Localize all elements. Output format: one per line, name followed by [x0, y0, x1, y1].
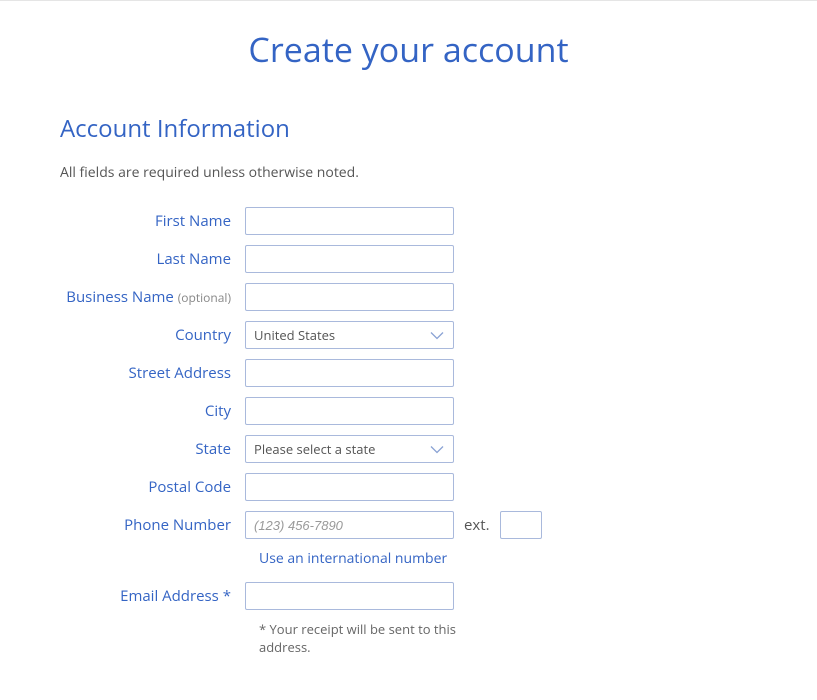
label-email-star: * [223, 586, 231, 606]
phone-number-input[interactable] [245, 511, 454, 539]
row-postal-code: Postal Code [60, 473, 757, 501]
label-postal-code: Postal Code [60, 477, 245, 497]
postal-code-input[interactable] [245, 473, 454, 501]
label-state: State [60, 439, 245, 459]
first-name-input[interactable] [245, 207, 454, 235]
account-form-container: Create your account Account Information … [0, 1, 817, 700]
label-last-name: Last Name [60, 249, 245, 269]
state-select[interactable]: Please select a state [245, 435, 454, 463]
country-select[interactable]: United States [245, 321, 454, 349]
row-city: City [60, 397, 757, 425]
row-country: Country United States [60, 321, 757, 349]
email-address-input[interactable] [245, 582, 454, 610]
row-intl-link: Use an international number [259, 549, 757, 568]
label-business-optional: (optional) [178, 289, 231, 306]
last-name-input[interactable] [245, 245, 454, 273]
required-helper-text: All fields are required unless otherwise… [60, 163, 757, 182]
row-street-address: Street Address [60, 359, 757, 387]
country-select-value: United States [245, 321, 454, 349]
row-state: State Please select a state [60, 435, 757, 463]
row-last-name: Last Name [60, 245, 757, 273]
label-country: Country [60, 325, 245, 345]
row-first-name: First Name [60, 207, 757, 235]
label-business-name: Business Name (optional) [60, 287, 245, 307]
email-receipt-note: * Your receipt will be sent to this addr… [259, 620, 494, 656]
state-select-value: Please select a state [245, 435, 454, 463]
label-email-text: Email Address [120, 586, 219, 606]
street-address-input[interactable] [245, 359, 454, 387]
label-ext: ext. [464, 515, 490, 535]
row-business-name: Business Name (optional) [60, 283, 757, 311]
row-phone-number: Phone Number ext. [60, 511, 757, 539]
label-city: City [60, 401, 245, 421]
label-phone-number: Phone Number [60, 515, 245, 535]
phone-ext-input[interactable] [500, 511, 542, 539]
section-title: Account Information [60, 112, 757, 145]
city-input[interactable] [245, 397, 454, 425]
label-street-address: Street Address [60, 363, 245, 383]
page-title: Create your account [60, 26, 757, 72]
business-name-input[interactable] [245, 283, 454, 311]
label-business-text: Business Name [66, 287, 174, 307]
label-first-name: First Name [60, 211, 245, 231]
row-email-address: Email Address * [60, 582, 757, 610]
use-international-number-link[interactable]: Use an international number [259, 549, 447, 568]
row-email-note: * Your receipt will be sent to this addr… [259, 620, 757, 656]
label-email-address: Email Address * [60, 586, 245, 606]
